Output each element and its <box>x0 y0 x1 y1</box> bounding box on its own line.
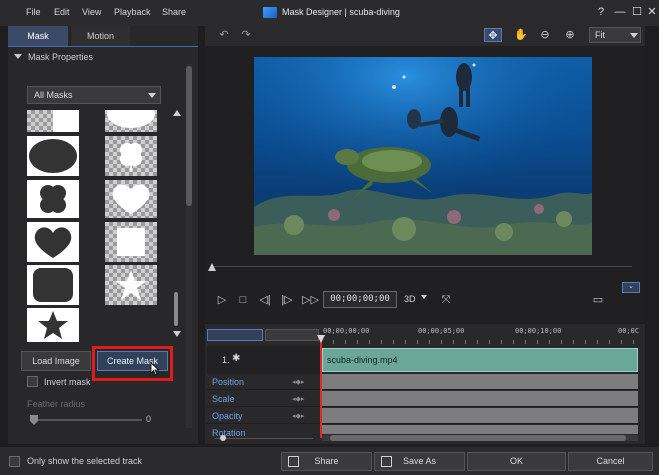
keyframe-nav-icon[interactable]: ◂◆▸ <box>292 412 304 420</box>
display-mode-icon[interactable]: ▭ <box>591 293 605 307</box>
feather-radius-slider[interactable] <box>32 419 142 421</box>
timecode-display[interactable]: 00;00;00;00 <box>323 291 397 308</box>
tab-motion[interactable]: Motion <box>70 26 130 46</box>
rotation-track[interactable] <box>322 425 638 434</box>
rotation-track-label[interactable]: Rotation <box>212 428 246 438</box>
position-track[interactable] <box>322 374 638 389</box>
scale-track[interactable] <box>322 391 638 406</box>
left-panel-scroll-thumb[interactable] <box>186 66 192 206</box>
undo-icon[interactable]: ↶ <box>215 28 233 42</box>
feather-radius-value: 0 <box>146 414 152 424</box>
menu-edit[interactable]: Edit <box>54 7 70 17</box>
only-selected-track-label: Only show the selected track <box>27 456 143 466</box>
tab-mask[interactable]: Mask <box>8 26 68 46</box>
scroll-down-arrow-icon[interactable] <box>173 331 181 337</box>
mask-properties-header: Mask Properties <box>28 52 94 62</box>
mask-thumb-rounded-square[interactable] <box>27 265 79 305</box>
close-button[interactable]: ✕ <box>645 5 659 19</box>
mask-thumb-heart[interactable] <box>105 180 157 218</box>
keyframe-nav-icon[interactable]: ◂◆▸ <box>292 378 304 386</box>
preview-scrubber[interactable] <box>212 266 632 267</box>
feather-radius-label: Feather radius <box>27 399 86 409</box>
fullscreen-icon[interactable]: ⤧ <box>439 293 453 307</box>
video-preview[interactable] <box>254 57 592 255</box>
tab-underline <box>8 46 198 47</box>
save-as-button-label: Save As <box>402 456 437 466</box>
mask-filter-select[interactable]: All Masks <box>27 86 161 104</box>
load-image-button[interactable]: Load Image <box>21 351 91 371</box>
3d-mode-dropdown[interactable]: 3D <box>404 294 416 304</box>
menu-share[interactable]: Share <box>162 7 186 17</box>
timeline-playhead[interactable] <box>320 336 322 438</box>
opacity-track-label[interactable]: Opacity <box>212 411 243 421</box>
stop-icon[interactable]: □ <box>236 293 250 307</box>
help-button[interactable]: ? <box>594 5 608 19</box>
hand-tool-icon[interactable]: ✋ <box>512 28 530 42</box>
timeline-zoom-handle[interactable] <box>220 435 226 441</box>
track-number: 1. <box>222 355 230 365</box>
minimize-button[interactable]: — <box>613 5 627 19</box>
opacity-track[interactable] <box>322 408 638 423</box>
play-icon[interactable]: ▷ <box>215 293 229 307</box>
mask-thumb-star-inverse[interactable] <box>27 308 79 342</box>
share-button[interactable]: Share <box>281 452 372 471</box>
invert-mask-checkbox[interactable] <box>27 376 38 387</box>
cancel-button[interactable]: Cancel <box>568 452 653 471</box>
share-icon <box>288 456 299 467</box>
previous-frame-icon[interactable]: ◁| <box>258 293 272 307</box>
redo-icon[interactable]: ↷ <box>237 28 255 42</box>
maximize-button[interactable]: ☐ <box>630 5 644 19</box>
ruler-label: 00;00;05;00 <box>418 327 465 335</box>
timeline-zoom-fit-button[interactable] <box>207 329 263 341</box>
mask-thumb-flower[interactable] <box>27 180 79 218</box>
only-selected-track-checkbox[interactable] <box>9 456 20 467</box>
zoom-out-icon[interactable]: ⊖ <box>536 28 554 42</box>
invert-mask-label: Invert mask <box>44 377 91 387</box>
timeline-zoom-slider[interactable] <box>215 438 313 439</box>
timeline-ruler[interactable] <box>321 336 639 344</box>
save-as-button[interactable]: Save As <box>374 452 465 471</box>
window-title: Mask Designer | scuba-diving <box>282 7 400 17</box>
scale-track-label[interactable]: Scale <box>212 394 235 404</box>
ok-button[interactable]: OK <box>467 452 566 471</box>
menu-playback[interactable]: Playback <box>114 7 151 17</box>
chevron-down-icon <box>148 93 156 98</box>
mask-thumb-oval[interactable] <box>27 136 79 176</box>
timeline-add-keyframe-button[interactable] <box>265 329 319 341</box>
chevron-down-icon <box>630 33 638 38</box>
menu-file[interactable]: File <box>26 7 41 17</box>
mask-grid-scroll-thumb[interactable] <box>174 292 178 326</box>
menu-view[interactable]: View <box>82 7 101 17</box>
mouse-cursor-icon <box>150 362 160 378</box>
ruler-label: 00;00;00;00 <box>323 327 370 335</box>
mask-thumb-star[interactable] <box>105 265 157 305</box>
zoom-in-icon[interactable]: ⊕ <box>561 28 579 42</box>
clip-name: scuba-diving.mp4 <box>327 355 398 365</box>
ruler-label: 00;00;10;00 <box>515 327 562 335</box>
select-tool-icon[interactable]: ✥ <box>484 28 502 42</box>
position-track-label[interactable]: Position <box>212 377 244 387</box>
app-logo-icon <box>263 7 277 18</box>
mask-thumb-square-small[interactable] <box>105 222 157 262</box>
collapse-preview-button[interactable]: ⌄ <box>622 282 640 293</box>
mask-thumb-clover[interactable] <box>105 136 157 176</box>
collapse-triangle-icon[interactable] <box>14 54 22 59</box>
scroll-up-arrow-icon[interactable] <box>173 110 181 116</box>
fast-forward-icon[interactable]: ▷▷ <box>302 293 319 307</box>
keyframe-nav-icon[interactable]: ◂◆▸ <box>292 395 304 403</box>
track-effect-icon: ✱ <box>232 353 241 364</box>
save-icon <box>381 456 392 467</box>
chevron-down-icon <box>421 295 427 299</box>
mask-thumb-rounded-rect[interactable] <box>105 110 157 132</box>
mask-thumb-heart-inverse[interactable] <box>27 222 79 262</box>
timeline-scroll-thumb[interactable] <box>330 435 626 441</box>
ruler-label: 00;0C <box>618 327 640 335</box>
share-button-label: Share <box>314 456 339 466</box>
mask-thumb-square[interactable] <box>27 110 79 132</box>
preview-toolbar <box>205 24 645 46</box>
highlight-box <box>92 346 173 381</box>
next-frame-icon[interactable]: |▷ <box>280 293 294 307</box>
